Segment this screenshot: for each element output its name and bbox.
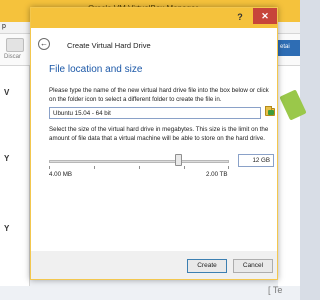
slider-tick bbox=[94, 166, 95, 169]
create-button[interactable]: Create bbox=[187, 259, 227, 273]
slider-tick bbox=[49, 166, 50, 169]
section-heading: File location and size bbox=[49, 64, 143, 75]
create-virtual-hard-drive-dialog: ? ✕ ← Create Virtual Hard Drive File loc… bbox=[30, 7, 278, 280]
vm-list-item[interactable]: V bbox=[4, 88, 9, 97]
size-slider-track[interactable] bbox=[49, 160, 229, 163]
details-text: [ Te bbox=[268, 285, 283, 295]
slider-tick bbox=[139, 166, 140, 169]
dialog-header: ← Create Virtual Hard Drive bbox=[31, 28, 277, 54]
back-button[interactable]: ← bbox=[38, 38, 50, 50]
size-max-label: 2.00 TB bbox=[206, 171, 228, 178]
size-min-label: 4.00 MB bbox=[49, 171, 73, 178]
location-description: Please type the name of the new virtual … bbox=[49, 87, 269, 103]
vm-list-item[interactable]: Y bbox=[4, 224, 9, 233]
choose-folder-button[interactable] bbox=[264, 106, 276, 120]
file-location-input[interactable] bbox=[49, 107, 261, 119]
close-button[interactable]: ✕ bbox=[253, 8, 277, 24]
slider-tick bbox=[184, 166, 185, 169]
dialog-footer: Create Cancel bbox=[31, 251, 277, 279]
size-description: Select the size of the virtual hard driv… bbox=[49, 126, 269, 142]
dialog-titlebar: ? ✕ bbox=[31, 8, 277, 28]
dialog-title: Create Virtual Hard Drive bbox=[67, 41, 151, 50]
menu-item-help[interactable]: p bbox=[2, 23, 6, 30]
discard-icon bbox=[6, 38, 24, 52]
slider-tick bbox=[228, 166, 229, 169]
size-slider-thumb[interactable] bbox=[175, 154, 183, 166]
discard-button-label[interactable]: Discar bbox=[4, 54, 21, 60]
folder-arrow-icon bbox=[268, 110, 274, 115]
dialog-body: File location and size Please type the n… bbox=[31, 54, 277, 251]
size-input[interactable] bbox=[238, 154, 274, 167]
cancel-button[interactable]: Cancel bbox=[233, 259, 273, 273]
details-button[interactable]: etai bbox=[278, 40, 300, 56]
vm-list: V Y Y bbox=[0, 66, 30, 286]
vm-list-item[interactable]: Y bbox=[4, 154, 9, 163]
help-button[interactable]: ? bbox=[231, 8, 249, 26]
